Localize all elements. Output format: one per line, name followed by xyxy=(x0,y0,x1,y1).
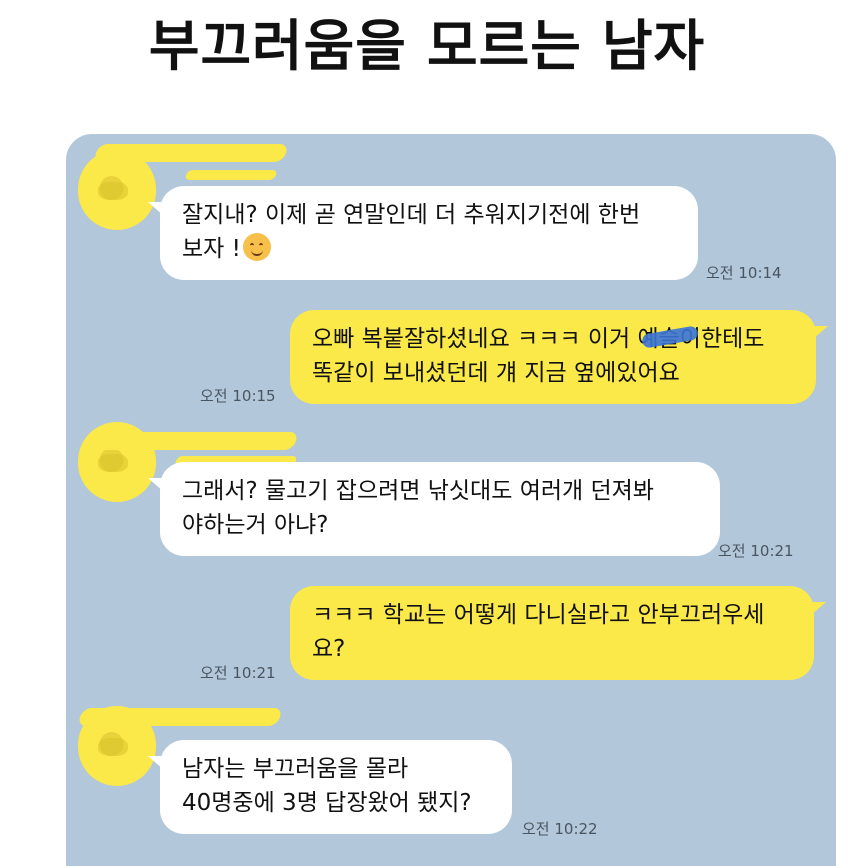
message-time: 오전 10:14 xyxy=(706,264,782,282)
message-time: 오전 10:22 xyxy=(522,820,598,838)
sender-name-redaction xyxy=(93,144,289,162)
sender-name-redaction xyxy=(184,170,278,180)
message-time: 오전 10:15 xyxy=(200,387,276,405)
message-bubble-incoming[interactable]: 남자는 부끄러움을 몰라 40명중에 3명 답장왔어 됐지? xyxy=(148,740,512,834)
message-bubble-incoming[interactable]: 그래서? 물고기 잡으려면 낚싯대도 여러개 던져봐 야하는거 아냐? xyxy=(148,462,720,556)
message-text: 오빠 복붙잘하셨네요 ㅋㅋㅋ 이거 예슬이한테도 똑같이 보내셨던데 걔 지금 … xyxy=(312,326,765,386)
message-bubble-outgoing[interactable]: 오빠 복붙잘하셨네요 ㅋㅋㅋ 이거 예슬이한테도 똑같이 보내셨던데 걔 지금 … xyxy=(290,310,828,404)
message-text: 남자는 부끄러움을 몰라 40명중에 3명 답장왔어 됐지? xyxy=(182,756,472,816)
chat-panel[interactable]: 잘지내? 이제 곧 연말인데 더 추워지기전에 한번 보자 ! 오전 10:14… xyxy=(66,134,836,866)
message-bubble-incoming[interactable]: 잘지내? 이제 곧 연말인데 더 추워지기전에 한번 보자 ! xyxy=(148,186,698,280)
sender-name-redaction xyxy=(77,708,283,726)
message-time: 오전 10:21 xyxy=(718,542,794,560)
avatar[interactable] xyxy=(78,150,156,230)
sender-name-redaction xyxy=(93,432,299,450)
message-time: 오전 10:21 xyxy=(200,664,276,682)
hugging-face-icon xyxy=(242,233,271,261)
message-text: 그래서? 물고기 잡으려면 낚싯대도 여러개 던져봐 야하는거 아냐? xyxy=(182,478,654,538)
page-title: 부끄러움을 모르는 남자 xyxy=(148,14,706,78)
message-bubble-outgoing[interactable]: ㅋㅋㅋ 학교는 어떻게 다니실라고 안부끄러우세 요? xyxy=(290,586,826,680)
message-text: ㅋㅋㅋ 학교는 어떻게 다니실라고 안부끄러우세 요? xyxy=(312,602,765,662)
